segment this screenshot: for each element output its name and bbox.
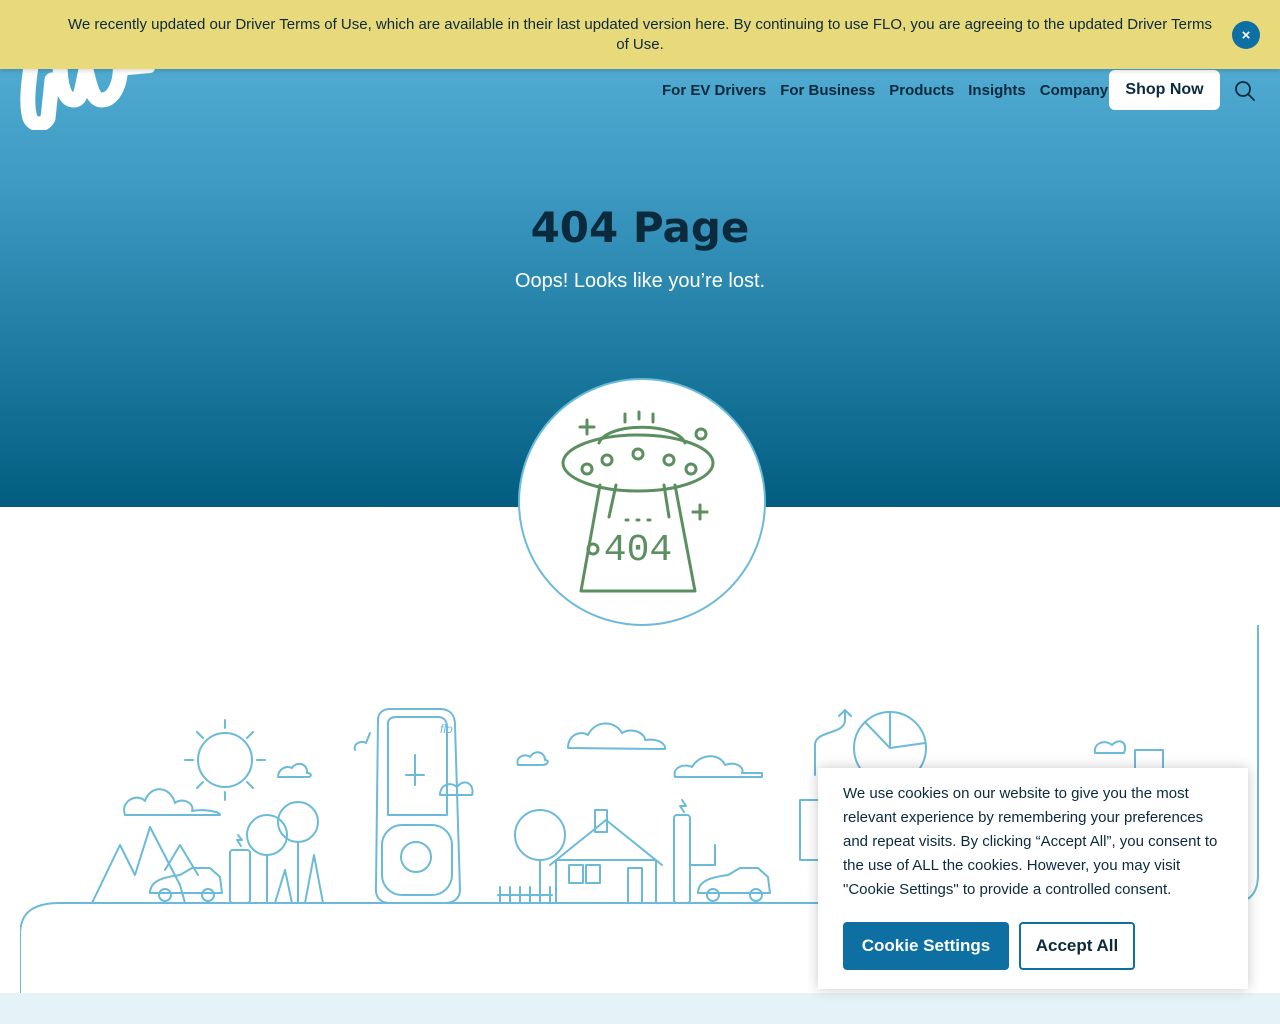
shop-now-button[interactable]: Shop Now [1109,70,1220,110]
nav-for-business[interactable]: For Business [773,80,882,101]
nav-company[interactable]: Company [1033,80,1115,101]
announcement-text[interactable]: We recently updated our Driver Terms of … [60,15,1220,55]
cookie-consent-dialog: We use cookies on our website to give yo… [818,768,1248,989]
announcement-bar: We recently updated our Driver Terms of … [0,0,1280,69]
charger-flo-label: flo [440,722,453,736]
accept-all-button[interactable]: Accept All [1019,922,1135,970]
page-title: 404 Page [530,203,750,252]
close-icon[interactable]: × [1232,21,1260,49]
search-icon[interactable] [1234,80,1256,102]
cookie-consent-text: We use cookies on our website to give yo… [843,785,1218,898]
nav-insights[interactable]: Insights [961,80,1033,101]
ufo-404-illustration: 404 [518,378,766,626]
main-nav: For EV Drivers For Business Products Ins… [655,80,1115,101]
ufo-404-label: 404 [604,529,672,572]
cookie-settings-button[interactable]: Cookie Settings [843,922,1009,970]
nav-products[interactable]: Products [882,80,961,101]
footer-strip [0,993,1280,1024]
page-subtitle: Oops! Looks like you’re lost. [514,270,766,292]
nav-for-ev-drivers[interactable]: For EV Drivers [655,80,773,101]
